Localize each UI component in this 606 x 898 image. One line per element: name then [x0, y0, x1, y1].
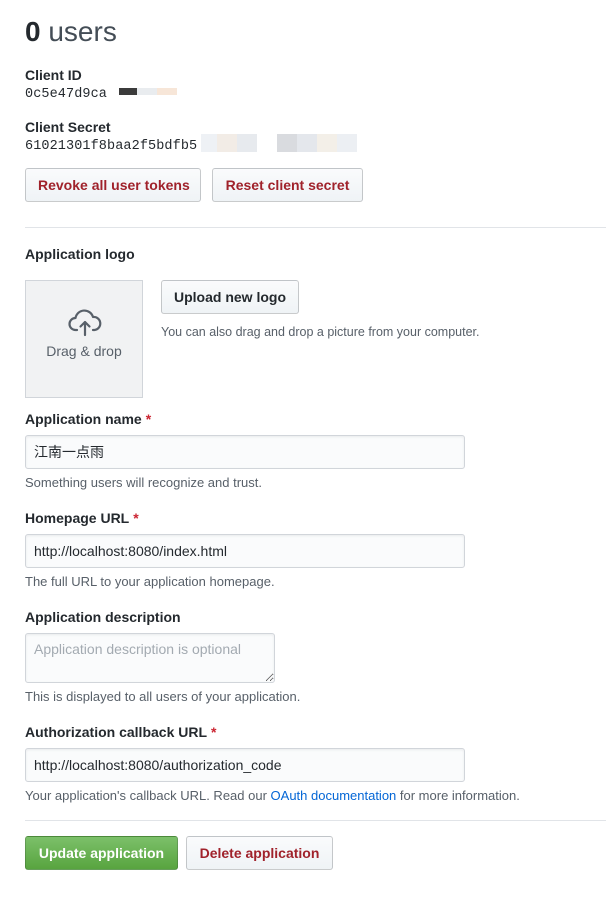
description-label: Application description: [25, 609, 181, 625]
client-secret-label: Client Secret: [25, 119, 111, 135]
callback-label-text: Authorization callback URL: [25, 724, 208, 740]
divider: [25, 227, 606, 228]
callback-label: Authorization callback URL *: [25, 724, 216, 740]
description-note: This is displayed to all users of your a…: [25, 689, 301, 704]
callback-note-after: for more information.: [396, 788, 520, 803]
homepage-label-text: Homepage URL: [25, 510, 130, 526]
delete-application-button[interactable]: Delete application: [186, 836, 333, 870]
redaction-mark: [119, 88, 137, 95]
redaction-mark: [297, 134, 317, 152]
logo-hint: You can also drag and drop a picture fro…: [161, 325, 480, 339]
dropzone-label: Drag & drop: [46, 343, 122, 359]
callback-note: Your application's callback URL. Read ou…: [25, 788, 520, 803]
users-count-label: users: [48, 16, 117, 47]
redaction-mark: [217, 134, 237, 152]
client-secret-value: 61021301f8baa2f5bdfb5: [25, 139, 198, 154]
logo-label: Application logo: [25, 246, 135, 262]
redaction-mark: [277, 134, 297, 152]
revoke-tokens-button[interactable]: Revoke all user tokens: [25, 168, 201, 202]
redaction-mark: [337, 134, 357, 152]
client-id-value: 0c5e47d9ca: [25, 87, 108, 102]
cloud-upload-icon: [68, 309, 102, 337]
app-name-label-text: Application name: [25, 411, 142, 427]
upload-logo-button[interactable]: Upload new logo: [161, 280, 299, 314]
required-marker: *: [145, 411, 152, 427]
homepage-url-input[interactable]: http://localhost:8080/index.html: [25, 534, 465, 568]
users-count: 0 users: [25, 14, 117, 50]
app-name-note: Something users will recognize and trust…: [25, 475, 263, 490]
update-application-button[interactable]: Update application: [25, 836, 178, 870]
redaction-mark: [237, 134, 257, 152]
oauth-documentation-link[interactable]: OAuth documentation: [271, 788, 397, 803]
redaction-mark: [317, 134, 337, 152]
app-name-input[interactable]: 江南一点雨: [25, 435, 465, 469]
reset-secret-button[interactable]: Reset client secret: [212, 168, 363, 202]
redaction-mark: [157, 88, 177, 95]
required-marker: *: [133, 510, 139, 526]
required-marker: *: [211, 724, 217, 740]
client-id-label: Client ID: [25, 67, 82, 83]
redaction-mark: [137, 88, 157, 95]
homepage-label: Homepage URL *: [25, 510, 139, 526]
callback-note-before: Your application's callback URL. Read ou…: [25, 788, 271, 803]
redaction-mark: [201, 134, 217, 152]
users-count-number: 0: [25, 16, 41, 47]
callback-url-input[interactable]: http://localhost:8080/authorization_code: [25, 748, 465, 782]
logo-dropzone[interactable]: Drag & drop: [25, 280, 143, 398]
homepage-note: The full URL to your application homepag…: [25, 574, 275, 589]
app-name-label: Application name *: [25, 411, 151, 427]
divider: [25, 820, 606, 821]
description-textarea[interactable]: [25, 633, 275, 683]
